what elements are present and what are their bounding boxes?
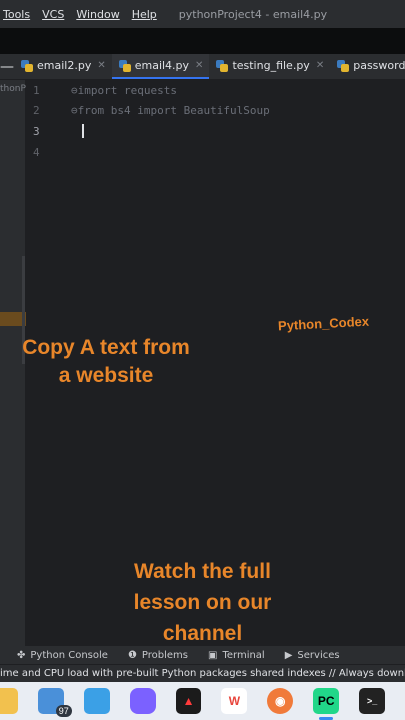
- pycharm-icon[interactable]: PC: [313, 688, 340, 720]
- python-console-icon: ✤: [17, 649, 26, 661]
- editor-tab-bar: — email2.py ✕ email4.py ✕ testing_file.p…: [0, 54, 405, 80]
- close-icon[interactable]: ✕: [97, 60, 105, 71]
- python-file-icon: [337, 59, 350, 72]
- file-explorer-icon[interactable]: [0, 688, 18, 714]
- tab-email4[interactable]: email4.py ✕: [111, 54, 210, 79]
- menu-bar: Tools VCS Window Help pythonProject4 - e…: [0, 0, 405, 28]
- code-text: bs4: [104, 104, 138, 117]
- recorder-icon[interactable]: ◉: [267, 688, 294, 714]
- terminal-icon: ▣: [208, 649, 218, 661]
- close-icon[interactable]: ✕: [195, 60, 203, 71]
- tab-label: email2.py: [37, 59, 92, 72]
- window-title: pythonProject4 - email4.py: [178, 7, 328, 21]
- problems-icon: ❶: [127, 649, 137, 661]
- caption-line: channel: [162, 622, 243, 645]
- status-bar: ime and CPU load with pre-built Python p…: [0, 664, 405, 682]
- caption-top: Copy A text from a website: [0, 334, 212, 390]
- copilot-icon[interactable]: [129, 688, 156, 714]
- menu-vcs[interactable]: VCS: [42, 8, 64, 21]
- project-label: thonP: [0, 84, 26, 94]
- terminal-button[interactable]: ▣ Terminal: [208, 650, 265, 661]
- tool-window-bar: ✤ Python Console ❶ Problems ▣ Terminal ▶…: [0, 646, 405, 664]
- tab-label: email4.py: [134, 59, 190, 72]
- tool-label: Problems: [141, 649, 188, 661]
- pycharm-text: PC: [317, 694, 335, 708]
- tab-testing-file[interactable]: testing_file.py ✕: [209, 54, 330, 79]
- keyword: import: [137, 104, 177, 117]
- notification-badge: 97: [55, 705, 72, 717]
- line-number: 1: [33, 84, 40, 97]
- python-console-button[interactable]: ✤ Python Console: [17, 650, 108, 661]
- code-line-1: ⊖import requests: [71, 84, 177, 97]
- code-text: requests: [117, 84, 177, 97]
- code-text: BeautifulSoup: [177, 104, 270, 117]
- tab-label: password: [353, 59, 405, 72]
- caption-bottom: Watch the full lesson on our channel: [100, 556, 305, 649]
- text-caret: [82, 124, 84, 138]
- fold-icon[interactable]: ⊖: [71, 84, 78, 97]
- caption-line: lesson on our: [133, 591, 272, 614]
- close-icon[interactable]: ✕: [316, 60, 324, 71]
- collapse-icon[interactable]: —: [0, 54, 14, 79]
- tab-password[interactable]: password: [330, 54, 405, 79]
- mail-icon[interactable]: 97: [37, 688, 72, 717]
- photos-icon[interactable]: [83, 688, 110, 714]
- caption-line: Watch the full: [134, 560, 271, 583]
- status-message[interactable]: ime and CPU load with pre-built Python p…: [0, 668, 405, 679]
- services-button[interactable]: ▶ Services: [285, 650, 340, 661]
- line-number: 4: [33, 146, 40, 159]
- python-file-icon: [21, 59, 33, 72]
- tool-label: Services: [297, 649, 340, 661]
- keyword: import: [77, 84, 118, 97]
- line-number-current: 3: [33, 125, 40, 138]
- menu-window[interactable]: Window: [76, 8, 119, 21]
- tab-email2[interactable]: email2.py ✕: [14, 54, 112, 79]
- problems-button[interactable]: ❶ Problems: [128, 650, 188, 661]
- services-icon: ▶: [284, 649, 293, 661]
- menu-tools[interactable]: Tools: [3, 8, 30, 21]
- fold-icon[interactable]: ⊖: [71, 104, 78, 117]
- windows-taskbar: 97 ▲ W ◉ PC >_: [0, 682, 405, 720]
- code-line-2: ⊖from bs4 import BeautifulSoup: [71, 104, 270, 117]
- tool-label: Python Console: [30, 649, 108, 661]
- tab-label: testing_file.py: [232, 59, 310, 72]
- menu-help[interactable]: Help: [132, 8, 157, 21]
- caption-line: a website: [58, 364, 154, 387]
- terminal-app-icon[interactable]: >_: [359, 688, 386, 714]
- separator-band: [0, 28, 405, 54]
- python-file-icon: [118, 59, 131, 72]
- line-number: 2: [33, 104, 40, 117]
- adobe-icon[interactable]: ▲: [175, 688, 202, 714]
- caption-line: Copy A text from: [22, 336, 190, 359]
- python-file-icon: [216, 59, 229, 72]
- tool-label: Terminal: [222, 649, 265, 661]
- wps-icon[interactable]: W: [221, 688, 248, 714]
- keyword: from: [77, 104, 105, 117]
